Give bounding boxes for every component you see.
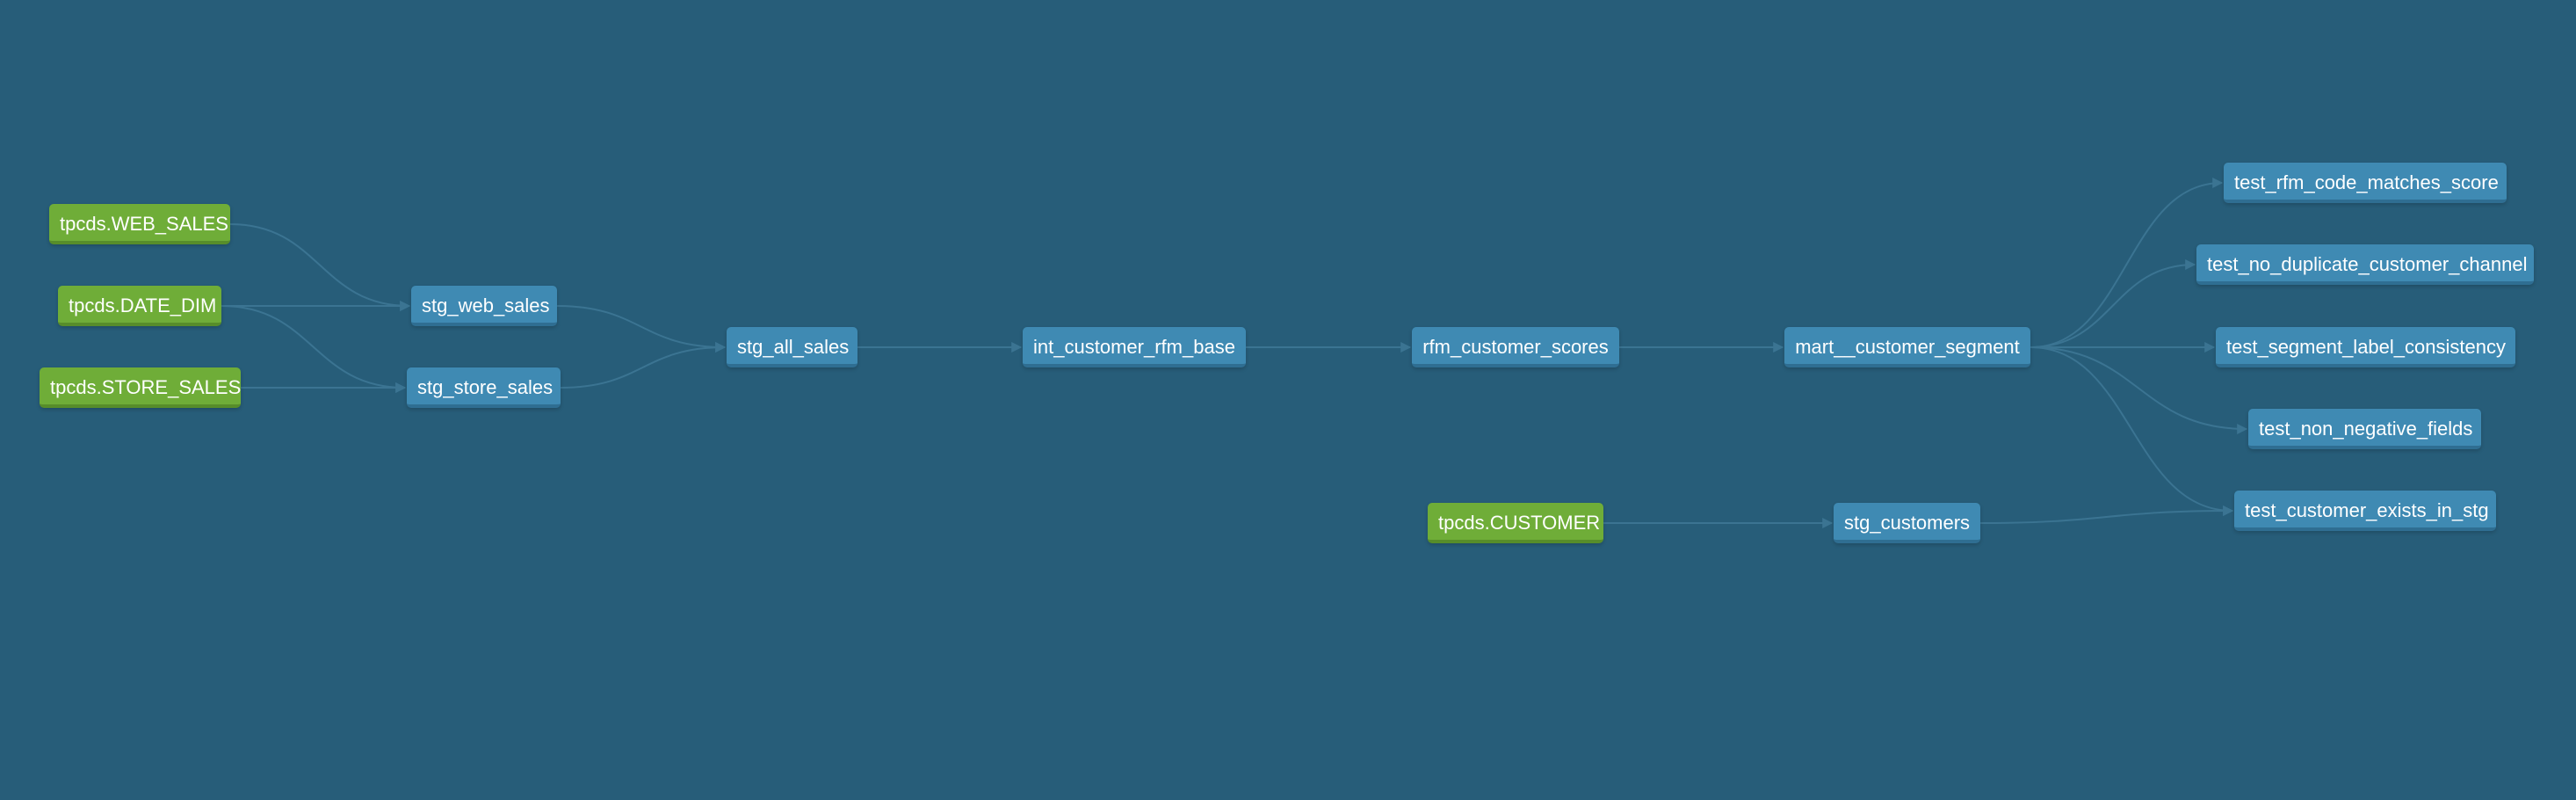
node-rfm-customer-scores[interactable]: rfm_customer_scores (1412, 327, 1619, 367)
edge-mart_customer_segment-to-test_no_dup (2030, 259, 2196, 348)
node-stg-store-sales[interactable]: stg_store_sales (407, 367, 561, 408)
edge-src_date_dim-to-stg_store_sales (221, 305, 407, 393)
edge-mart_customer_segment-to-test_rfm_code (2030, 178, 2224, 348)
node-tpcds-customer[interactable]: tpcds.CUSTOMER (1428, 503, 1603, 543)
edge-mart_customer_segment-to-test_non_negative (2030, 346, 2248, 434)
node-stg-customers[interactable]: stg_customers (1834, 503, 1980, 543)
node-tpcds-date-dim[interactable]: tpcds.DATE_DIM (58, 286, 221, 326)
node-test-rfm-code-matches-score[interactable]: test_rfm_code_matches_score (2224, 163, 2507, 203)
node-int-customer-rfm-base[interactable]: int_customer_rfm_base (1023, 327, 1246, 367)
edge-src_web_sales-to-stg_web_sales (229, 223, 411, 311)
node-stg-all-sales[interactable]: stg_all_sales (727, 327, 857, 367)
node-test-customer-exists-in-stg[interactable]: test_customer_exists_in_stg (2234, 491, 2496, 531)
edge-stg_store_sales-to-stg_all_sales (560, 342, 727, 389)
lineage-graph-canvas[interactable]: tpcds.WEB_SALES tpcds.DATE_DIM tpcds.STO… (0, 0, 2576, 800)
node-tpcds-store-sales[interactable]: tpcds.STORE_SALES (40, 367, 241, 408)
node-test-no-duplicate-customer-channel[interactable]: test_no_duplicate_customer_channel (2196, 244, 2534, 285)
lineage-edges (221, 178, 2248, 528)
node-tpcds-web-sales[interactable]: tpcds.WEB_SALES (49, 204, 230, 244)
edge-mart_customer_segment-to-test_customer_exists (2030, 346, 2234, 516)
node-mart-customer-segment[interactable]: mart__customer_segment (1784, 327, 2030, 367)
node-test-non-negative-fields[interactable]: test_non_negative_fields (2248, 409, 2481, 449)
edge-stg_web_sales-to-stg_all_sales (556, 305, 727, 353)
node-stg-web-sales[interactable]: stg_web_sales (411, 286, 557, 326)
node-test-segment-label-consistency[interactable]: test_segment_label_consistency (2216, 327, 2515, 367)
edge-stg_customers-to-test_customer_exists (1979, 505, 2234, 524)
